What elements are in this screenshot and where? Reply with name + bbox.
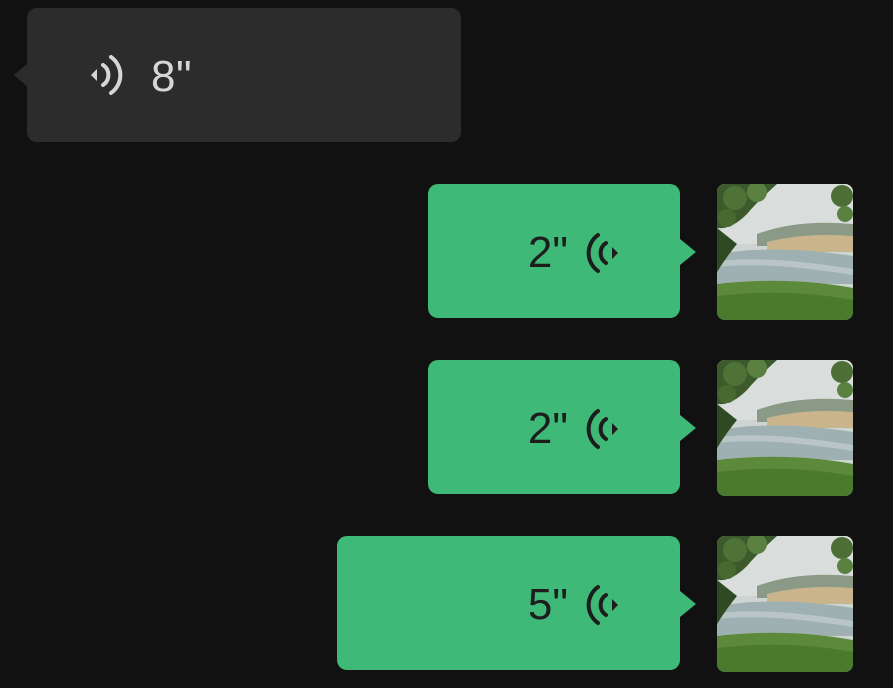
voice-duration: 5" bbox=[527, 580, 568, 629]
river-landscape-avatar[interactable] bbox=[717, 184, 853, 320]
voice-wave-icon bbox=[582, 228, 622, 278]
voice-wave-icon bbox=[87, 50, 127, 100]
voice-wave-icon bbox=[582, 580, 622, 630]
incoming-voice-message[interactable]: 8" bbox=[14, 8, 461, 142]
voice-duration: 2" bbox=[527, 404, 568, 453]
outgoing-voice-message[interactable]: 5" bbox=[337, 536, 696, 670]
voice-duration: 8" bbox=[151, 52, 193, 101]
message-row: 2" bbox=[0, 184, 893, 320]
river-landscape-avatar[interactable] bbox=[717, 536, 853, 672]
outgoing-voice-message[interactable]: 2" bbox=[428, 360, 696, 494]
chat-conversation: 8" 2" 2" 5" bbox=[0, 0, 893, 688]
message-row: 5" bbox=[0, 536, 893, 672]
outgoing-voice-message[interactable]: 2" bbox=[428, 184, 696, 318]
river-landscape-avatar[interactable] bbox=[717, 360, 853, 496]
voice-wave-icon bbox=[582, 404, 622, 454]
message-row: 2" bbox=[0, 360, 893, 496]
voice-duration: 2" bbox=[527, 228, 568, 277]
